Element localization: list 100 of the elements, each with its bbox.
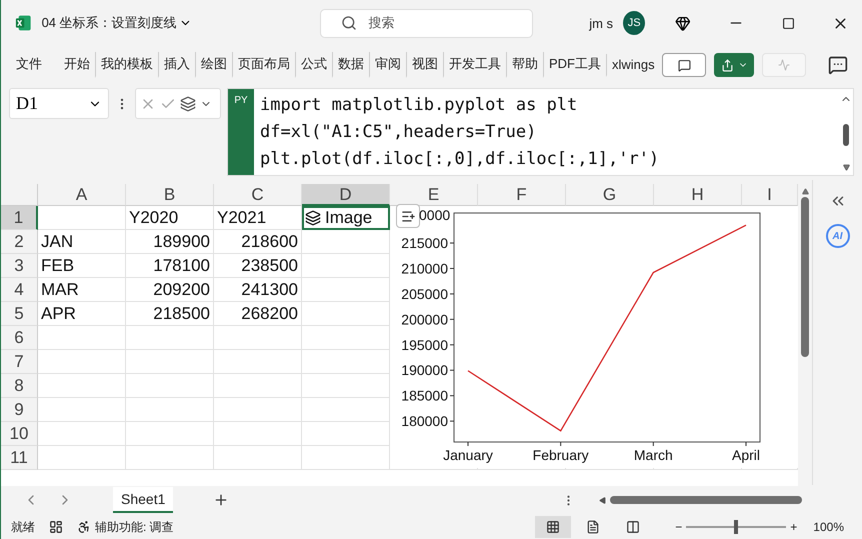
user-name: jm s [589, 16, 614, 30]
zoom-thumb[interactable] [734, 520, 738, 534]
y-tick-label: 190000 [401, 362, 448, 378]
column-header[interactable]: G [566, 184, 654, 206]
table-cell: JAN [38, 230, 126, 254]
scroll-thumb[interactable] [610, 496, 802, 504]
y-tick-label: 0000 [419, 206, 450, 224]
feedback-icon[interactable] [828, 55, 848, 75]
scroll-thumb[interactable] [801, 197, 809, 357]
document-title[interactable]: 04 坐标系：设置刻度线 [42, 14, 177, 32]
y-tick-label: 195000 [401, 336, 448, 353]
table-cell: 218600 [214, 230, 302, 254]
zoom-out-button[interactable]: − [675, 520, 682, 534]
table-cell: APR [38, 302, 126, 326]
ribbon-tab[interactable]: 公式 [295, 52, 332, 78]
y-tick-label: 200000 [401, 311, 448, 328]
x-tick-label: March [634, 447, 673, 463]
row-header[interactable]: 8 [1, 374, 38, 398]
layers-icon [305, 210, 321, 226]
column-header[interactable]: B [126, 184, 214, 206]
code-line: plt.plot(df.iloc[:,0],df.iloc[:,1],'r') [260, 148, 660, 171]
row-header[interactable]: 2 [1, 230, 38, 254]
row-header[interactable]: 11 [1, 446, 38, 470]
ribbon-tab[interactable]: 插入 [158, 52, 195, 78]
scroll-down-icon[interactable] [842, 164, 850, 171]
name-box[interactable]: D1 [9, 88, 109, 119]
page-icon [586, 520, 600, 534]
share-button[interactable] [714, 53, 754, 77]
table-cell: 218500 [126, 302, 214, 326]
sheet-tab[interactable]: Sheet1 [113, 487, 174, 513]
zoom-in-button[interactable]: + [790, 520, 798, 534]
active-cell[interactable]: Image [302, 206, 390, 230]
column-header[interactable]: D [302, 184, 390, 206]
formula-input[interactable]: PY import matplotlib.pyplot as plt df=xl("A1:C5",headers=True) plt.plot(df.iloc[:,0],df.iloc[:,1],'r') [227, 88, 854, 176]
list-plus-icon [400, 208, 416, 224]
ribbon-tab[interactable]: PDF工具 [543, 52, 606, 78]
diamond-icon[interactable] [675, 14, 691, 32]
ribbon-tab[interactable]: 开发工具 [443, 52, 506, 78]
ribbon-tab[interactable]: 文件 [11, 52, 47, 78]
grid-icon [546, 520, 560, 534]
row-header[interactable]: 4 [1, 278, 38, 302]
ribbon-tab[interactable]: 数据 [332, 52, 369, 78]
column-header[interactable]: F [478, 184, 566, 206]
column-header[interactable]: A [38, 184, 126, 206]
code-line: df=xl("A1:C5",headers=True) [260, 121, 538, 144]
table-cell: 178100 [126, 254, 214, 278]
user-avatar[interactable]: JS [623, 11, 646, 35]
table-cell: 189900 [126, 230, 214, 254]
layers-icon[interactable] [180, 96, 196, 112]
scroll-left-icon[interactable] [599, 496, 606, 504]
row-header[interactable]: 9 [1, 398, 38, 422]
zoom-percent[interactable]: 100% [813, 520, 844, 534]
y-tick-label: 180000 [401, 413, 448, 430]
scroll-thumb [843, 124, 849, 146]
insert-data-button[interactable] [396, 204, 420, 228]
share-icon [720, 58, 734, 72]
column-header[interactable]: H [654, 184, 742, 206]
table-cell: 268200 [214, 302, 302, 326]
accessibility-icon[interactable] [77, 520, 91, 534]
scroll-up-icon[interactable] [802, 188, 808, 195]
x-tick-label: January [443, 447, 493, 463]
ribbon-tab[interactable]: 帮助 [506, 52, 543, 78]
columns-icon [626, 520, 640, 534]
row-header[interactable]: 3 [1, 254, 38, 278]
ribbon-tab[interactable]: 审阅 [369, 52, 406, 78]
row-header[interactable]: 5 [1, 302, 38, 326]
comment-icon [678, 58, 690, 72]
y-tick-label: 210000 [401, 260, 448, 276]
ribbon-tab[interactable]: 开始 [59, 52, 95, 78]
ribbon-tab[interactable]: 我的模板 [95, 52, 158, 78]
search-placeholder: 搜索 [368, 14, 395, 32]
accessibility-status[interactable]: 辅助功能: 调查 [95, 518, 174, 536]
table-cell: 238500 [214, 254, 302, 278]
y-tick-label: 185000 [401, 388, 448, 404]
status-text: 就绪 [11, 518, 35, 536]
ribbon-tab[interactable]: 视图 [406, 52, 443, 78]
search-icon [340, 15, 357, 31]
column-header[interactable]: C [214, 184, 302, 206]
ribbon-tab[interactable]: 页面布局 [232, 52, 295, 78]
row-header[interactable]: 6 [1, 326, 38, 350]
table-cell: FEB [38, 254, 126, 278]
maximize-icon[interactable] [782, 16, 795, 30]
row-header[interactable]: 10 [1, 422, 38, 446]
table-cell: Y2021 [214, 206, 302, 230]
x-tick-label: February [532, 447, 589, 463]
x-tick-label: April [732, 447, 760, 463]
search-field[interactable]: 搜索 [320, 8, 534, 38]
row-header[interactable]: 7 [1, 350, 38, 374]
macro-icon[interactable] [49, 520, 63, 534]
column-header[interactable]: E [390, 184, 478, 206]
ribbon-tab[interactable]: 绘图 [195, 52, 232, 78]
row-header[interactable]: 1 [1, 206, 38, 230]
code-line: import matplotlib.pyplot as plt [260, 94, 578, 117]
comments-button[interactable] [662, 53, 706, 77]
table-cell: 241300 [214, 278, 302, 302]
column-header[interactable]: I [742, 184, 798, 206]
table-cell: MAR [38, 278, 126, 302]
normal-view-button[interactable] [535, 516, 572, 538]
ribbon-tab[interactable]: xlwings [606, 54, 660, 76]
y-tick-label: 205000 [401, 286, 448, 302]
